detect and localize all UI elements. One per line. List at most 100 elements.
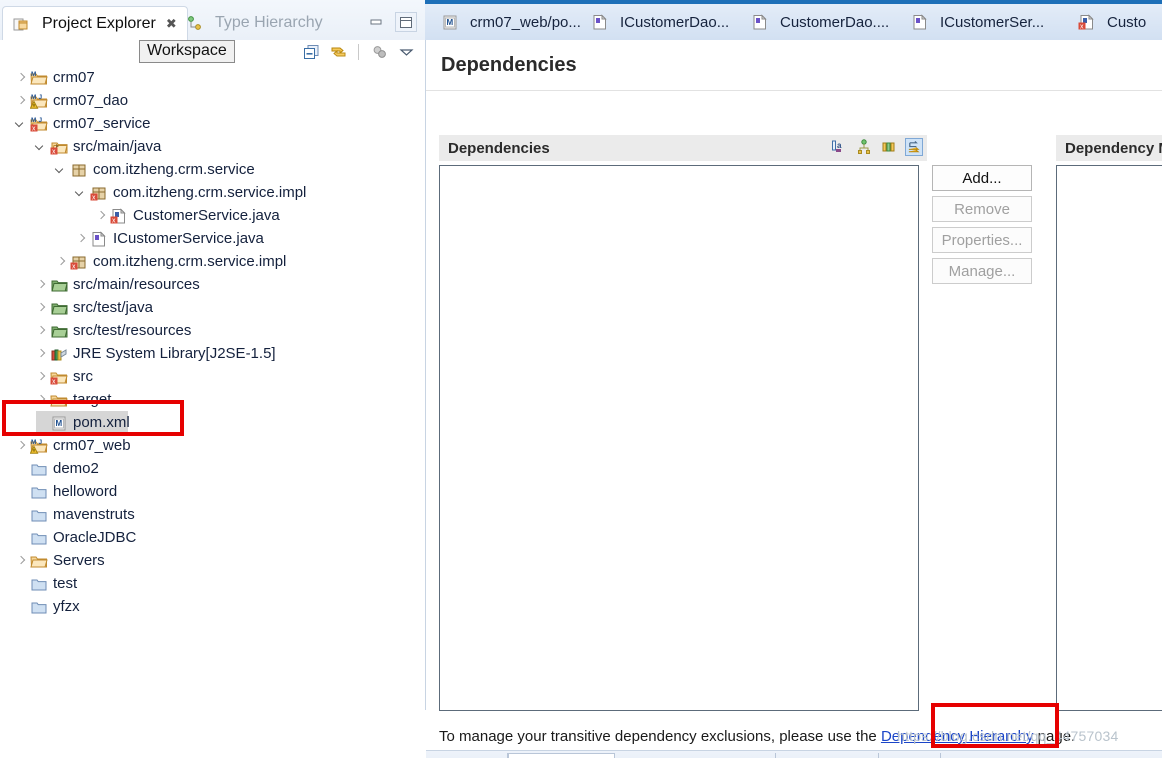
filter-icon[interactable]: [855, 138, 873, 156]
tree-item-src-test-resources[interactable]: src/test/resources: [0, 319, 424, 342]
editor-tab-bar: Mcrm07_web/po... ICustomerDao... CustomerD…: [425, 4, 1162, 40]
chevron-down-icon[interactable]: [54, 163, 67, 176]
dependencies-button-column: Add... Remove Properties... Manage...: [932, 165, 1032, 289]
tree-item-label: crm07_web: [53, 437, 131, 454]
chevron-right-icon[interactable]: [94, 209, 107, 222]
tree-item-crm07[interactable]: Mcrm07: [0, 66, 424, 89]
chevron-right-icon[interactable]: [14, 554, 27, 567]
tree-item-pom-xml[interactable]: Mpom.xml: [0, 411, 424, 434]
chevron-right-icon[interactable]: [54, 255, 67, 268]
editor-tab-0[interactable]: Mcrm07_web/po...: [433, 4, 589, 40]
form-tab-overview[interactable]: Overview: [434, 753, 508, 758]
tree-item-com-itzheng-crm-service-impl[interactable]: x com.itzheng.crm.service.impl: [0, 181, 424, 204]
java-interface-icon: [90, 230, 108, 247]
tree-item-src-main-resources[interactable]: src/main/resources: [0, 273, 424, 296]
close-icon[interactable]: ✖: [166, 16, 177, 32]
editor-tab-label: crm07_web/po...: [470, 13, 581, 31]
tree-item-helloword[interactable]: helloword: [0, 480, 424, 503]
tree-item-src[interactable]: x src: [0, 365, 424, 388]
tree-item-src-main-java[interactable]: x src/main/java: [0, 135, 424, 158]
tab-project-explorer-label: Project Explorer: [42, 14, 156, 32]
tree-item-customerservice-java[interactable]: x CustomerService.java: [0, 204, 424, 227]
chevron-right-icon[interactable]: [34, 347, 47, 360]
editor-tab-2[interactable]: CustomerDao....: [743, 4, 897, 40]
flat-hierarchy-toggle-icon[interactable]: [905, 138, 923, 156]
form-tab-effective-pom[interactable]: Effective POM: [776, 753, 879, 758]
chevron-right-icon[interactable]: [34, 278, 47, 291]
dependency-management-section-header: Dependency M: [1056, 135, 1162, 161]
add-button[interactable]: Add...: [932, 165, 1032, 191]
tree-item-label: src/main/java: [73, 138, 162, 155]
chevron-right-icon[interactable]: [34, 393, 47, 406]
chevron-down-icon[interactable]: [34, 140, 47, 153]
project-tree[interactable]: Mcrm07 M Jcrm07_dao M Jx crm07_service x src/ma…: [0, 66, 424, 691]
tree-item-label: src/test/java: [73, 299, 154, 316]
sort-icon[interactable]: a: [830, 138, 848, 156]
watermark: https://blog.csdn.net/qq_44757034: [897, 728, 1119, 744]
tab-type-hierarchy[interactable]: Type Hierarchy: [176, 6, 333, 40]
tree-item-label: helloword: [53, 483, 118, 500]
maven-project-warn-icon: MJ: [30, 438, 48, 454]
tree-item-icustomerservice-java[interactable]: ICustomerService.java: [0, 227, 424, 250]
minimize-icon[interactable]: [365, 12, 387, 32]
tree-item-label: demo2: [53, 460, 99, 477]
collapse-all-icon[interactable]: [302, 43, 320, 61]
svg-text:x: x: [52, 148, 56, 155]
chevron-down-icon[interactable]: [74, 186, 87, 199]
tree-item-crm07-web[interactable]: M J crm07_web: [0, 434, 424, 457]
editor-tab-4[interactable]: x Custo: [1070, 4, 1154, 40]
editor-tab-3[interactable]: ICustomerSer...: [903, 4, 1052, 40]
chevron-right-icon[interactable]: [34, 301, 47, 314]
title-divider: [426, 90, 1162, 91]
form-tab-dependencies[interactable]: Dependencies: [508, 753, 615, 758]
maximize-icon[interactable]: [395, 12, 417, 32]
maven-project-warn-icon: MJ: [30, 93, 48, 109]
tab-type-hierarchy-label: Type Hierarchy: [215, 14, 323, 31]
tree-item-label: yfzx: [53, 598, 80, 615]
source-folder-icon: [50, 300, 68, 316]
tree-item-demo2[interactable]: demo2: [0, 457, 424, 480]
link-with-editor-icon[interactable]: [329, 43, 347, 61]
chevron-right-icon[interactable]: [34, 370, 47, 383]
chevron-right-icon[interactable]: [74, 232, 87, 245]
tab-project-explorer[interactable]: Project Explorer ✖: [2, 6, 188, 40]
form-tab-pom-xml[interactable]: pom.xml: [879, 753, 941, 758]
chevron-right-icon[interactable]: [14, 439, 27, 452]
focus-icon[interactable]: [370, 43, 388, 61]
toolbar-separator: [358, 44, 359, 60]
tree-item-src-test-java[interactable]: src/test/java: [0, 296, 424, 319]
tree-item-mavenstruts[interactable]: mavenstruts: [0, 503, 424, 526]
dependencies-section: Dependencies a: [439, 135, 927, 711]
maven-project-icon: M: [30, 70, 48, 86]
editor-tab-label: ICustomerDao...: [620, 13, 730, 31]
tree-item-servers[interactable]: Servers: [0, 549, 424, 572]
form-page-tabs: OverviewDependenciesDependency Hierarchy…: [426, 750, 1162, 758]
chevron-right-icon[interactable]: [34, 324, 47, 337]
project-tree-empty-area: [0, 691, 425, 758]
tree-item-com-itzheng-crm-service[interactable]: com.itzheng.crm.service: [0, 158, 424, 181]
view-menu-icon[interactable]: [397, 43, 415, 61]
tree-item-label: Servers: [53, 552, 105, 569]
form-tab-dependency-hierarchy[interactable]: Dependency Hierarchy: [615, 753, 776, 758]
dependencies-list[interactable]: [439, 165, 919, 711]
tree-item-yfzx[interactable]: yfzx: [0, 595, 424, 618]
tree-item-crm07-service[interactable]: M Jx crm07_service: [0, 112, 424, 135]
tree-item-test[interactable]: test: [0, 572, 424, 595]
tree-item-label: pom.xml: [73, 414, 130, 431]
editor-tab-1[interactable]: ICustomerDao...: [583, 4, 737, 40]
chevron-down-icon[interactable]: [14, 117, 27, 130]
columns-icon[interactable]: [880, 138, 898, 156]
tree-item-crm07-dao[interactable]: M Jcrm07_dao: [0, 89, 424, 112]
svg-text:x: x: [32, 125, 36, 132]
chevron-right-icon[interactable]: [14, 71, 27, 84]
tree-item-jre-system-library[interactable]: JRE System Library [J2SE-1.5]: [0, 342, 424, 365]
closed-project-icon: [30, 461, 48, 477]
dependency-management-section: Dependency M: [1056, 135, 1162, 711]
maven-pom-icon: M: [441, 14, 459, 30]
dependency-management-list[interactable]: [1056, 165, 1162, 711]
tree-item-com-itzheng-crm-service-impl[interactable]: x com.itzheng.crm.service.impl: [0, 250, 424, 273]
tree-item-oraclejdbc[interactable]: OracleJDBC: [0, 526, 424, 549]
tree-item-target[interactable]: target: [0, 388, 424, 411]
svg-text:x: x: [72, 263, 76, 270]
chevron-right-icon[interactable]: [14, 94, 27, 107]
